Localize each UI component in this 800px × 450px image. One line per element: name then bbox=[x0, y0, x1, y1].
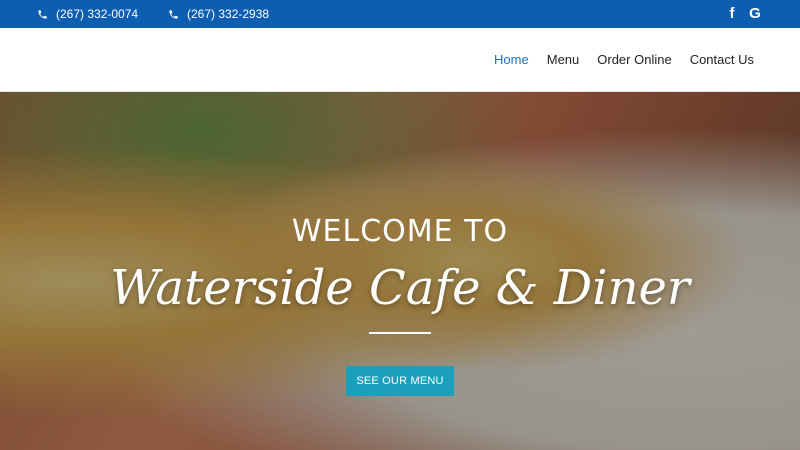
site-header: Home Menu Order Online Contact Us bbox=[0, 28, 800, 92]
facebook-icon[interactable]: f bbox=[725, 6, 739, 22]
see-our-menu-button[interactable]: SEE OUR MENU bbox=[346, 366, 454, 396]
hero-content: WELCOME TO Waterside Cafe & Diner SEE OU… bbox=[0, 92, 800, 450]
nav-contact-us[interactable]: Contact Us bbox=[690, 52, 754, 67]
google-icon[interactable]: G bbox=[748, 6, 762, 22]
hero-divider bbox=[369, 332, 431, 334]
phone-icon bbox=[38, 9, 47, 19]
main-nav: Home Menu Order Online Contact Us bbox=[494, 52, 754, 67]
nav-home[interactable]: Home bbox=[494, 52, 529, 67]
nav-order-online[interactable]: Order Online bbox=[597, 52, 671, 67]
hero-title: Waterside Cafe & Diner bbox=[110, 260, 690, 316]
hero-section: WELCOME TO Waterside Cafe & Diner SEE OU… bbox=[0, 92, 800, 450]
phone-icon bbox=[169, 9, 178, 19]
nav-menu[interactable]: Menu bbox=[547, 52, 580, 67]
top-contact-bar: (267) 332-0074 (267) 332-2938 f G bbox=[0, 0, 800, 28]
phone-number-1[interactable]: (267) 332-0074 bbox=[37, 7, 138, 21]
phone-number-text: (267) 332-2938 bbox=[187, 7, 270, 21]
phone-number-2[interactable]: (267) 332-2938 bbox=[168, 7, 269, 21]
social-links: f G bbox=[725, 6, 762, 22]
phone-number-text: (267) 332-0074 bbox=[56, 7, 139, 21]
hero-welcome-text: WELCOME TO bbox=[291, 214, 509, 249]
